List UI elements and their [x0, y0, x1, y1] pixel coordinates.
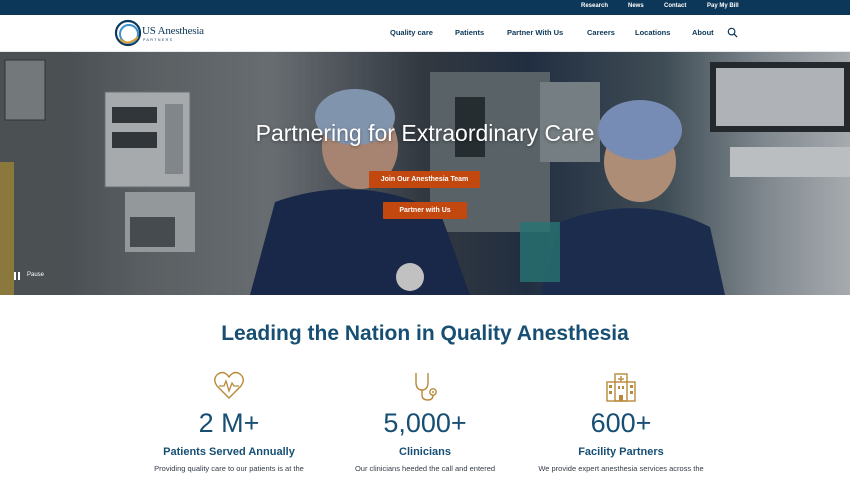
brand-name: US Anesthesia — [142, 25, 204, 37]
stat-value: 600+ — [590, 408, 652, 438]
heart-pulse-icon — [214, 371, 244, 399]
pause-icon-bar — [18, 272, 20, 280]
stat-value: 2 M+ — [198, 408, 260, 438]
partner-button[interactable]: Partner with Us — [383, 202, 467, 219]
nav-locations[interactable]: Locations — [635, 28, 670, 37]
nav-careers[interactable]: Careers — [587, 28, 615, 37]
hero-banner: Partnering for Extraordinary Care Join O… — [0, 52, 850, 295]
pause-label: Pause — [27, 272, 45, 278]
nav-partner-with-us[interactable]: Partner With Us — [507, 28, 563, 37]
stat-label: Patients Served Annually — [163, 446, 295, 458]
nav-patients[interactable]: Patients — [455, 28, 484, 37]
utility-link-news[interactable]: News — [628, 3, 644, 9]
logo-mark-icon — [114, 19, 142, 47]
stethoscope-icon — [415, 373, 437, 401]
stat-description: Providing quality care to our patients i… — [154, 464, 304, 473]
brand-tagline: PARTNERS — [143, 38, 174, 42]
stat-label: Clinicians — [399, 446, 451, 458]
stat-label: Facility Partners — [578, 446, 664, 458]
hospital-icon — [606, 373, 636, 402]
nav-quality-care[interactable]: Quality care — [390, 28, 433, 37]
join-team-button[interactable]: Join Our Anesthesia Team — [369, 171, 480, 188]
search-icon[interactable] — [727, 27, 738, 38]
pause-icon — [14, 272, 16, 280]
nav-about[interactable]: About — [692, 28, 714, 37]
utility-link-contact[interactable]: Contact — [664, 3, 686, 9]
utility-link-pay-bill[interactable]: Pay My Bill — [707, 3, 739, 9]
section-title: Leading the Nation in Quality Anesthesia — [221, 322, 629, 345]
hero-title: Partnering for Extraordinary Care — [255, 120, 595, 146]
stat-value: 5,000+ — [383, 408, 467, 438]
utility-link-research[interactable]: Research — [581, 3, 608, 9]
stat-description: We provide expert anesthesia services ac… — [538, 464, 704, 473]
stat-description: Our clinicians heeded the call and enter… — [354, 464, 496, 473]
utility-bar: Research News Contact Pay My Bill — [0, 0, 850, 15]
main-nav: US Anesthesia PARTNERS Quality care Pati… — [0, 15, 850, 52]
